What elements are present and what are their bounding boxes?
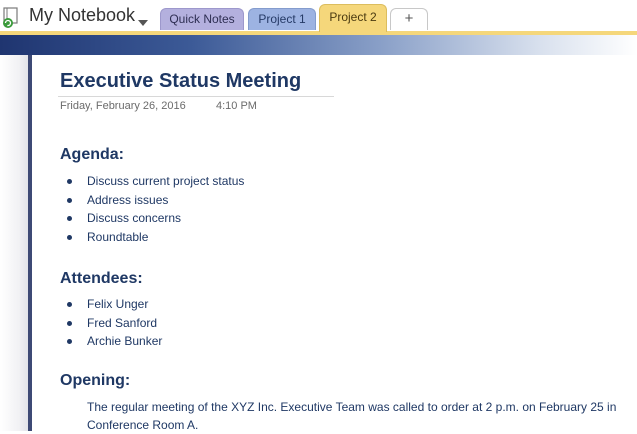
page-date: Friday, February 26, 2016 bbox=[60, 100, 186, 112]
bullet-icon bbox=[67, 216, 72, 222]
title-underline bbox=[58, 96, 334, 97]
notebook-sync-icon[interactable] bbox=[2, 7, 22, 29]
attendees-heading[interactable]: Attendees: bbox=[60, 270, 143, 288]
agenda-heading[interactable]: Agenda: bbox=[60, 146, 124, 164]
page-edge-bar bbox=[28, 55, 32, 431]
bullet-icon bbox=[67, 339, 72, 345]
tab-quick-notes[interactable]: Quick Notes bbox=[160, 8, 244, 30]
bullet-icon bbox=[67, 197, 72, 203]
page-header-band bbox=[0, 35, 637, 55]
tab-project-1[interactable]: Project 1 bbox=[248, 8, 316, 30]
list-item[interactable]: Discuss concerns bbox=[64, 209, 244, 228]
agenda-item-label: Discuss concerns bbox=[87, 211, 182, 226]
list-item[interactable]: Archie Bunker bbox=[64, 332, 162, 351]
attendee-name: Felix Unger bbox=[87, 297, 149, 311]
add-section-button[interactable]: + bbox=[390, 8, 428, 30]
notebook-header: My Notebook Quick Notes Project 1 Projec… bbox=[0, 0, 637, 32]
list-item[interactable]: Address issues bbox=[64, 191, 244, 210]
bullet-icon bbox=[67, 320, 72, 326]
bullet-icon bbox=[67, 235, 72, 241]
page-title[interactable]: Executive Status Meeting bbox=[60, 70, 301, 93]
page-time: 4:10 PM bbox=[216, 100, 257, 112]
bullet-icon bbox=[67, 179, 72, 184]
attendees-list: Felix Unger Fred Sanford Archie Bunker bbox=[64, 295, 162, 351]
notebook-name[interactable]: My Notebook bbox=[29, 5, 135, 26]
list-item[interactable]: Roundtable bbox=[64, 228, 244, 247]
tab-project-2[interactable]: Project 2 bbox=[319, 4, 387, 32]
list-item[interactable]: Fred Sanford bbox=[64, 314, 162, 333]
agenda-item-label: Address issues bbox=[87, 192, 169, 207]
list-item[interactable]: Discuss current project status bbox=[64, 172, 244, 191]
agenda-item-label: Roundtable bbox=[87, 230, 149, 245]
opening-paragraph[interactable]: The regular meeting of the XYZ Inc. Exec… bbox=[87, 398, 635, 434]
chevron-down-icon[interactable] bbox=[138, 13, 148, 26]
opening-heading[interactable]: Opening: bbox=[60, 372, 130, 390]
agenda-list: Discuss current project status Address i… bbox=[64, 172, 244, 247]
bullet-icon bbox=[67, 302, 72, 307]
list-item[interactable]: Felix Unger bbox=[64, 295, 162, 314]
attendee-name: Fred Sanford bbox=[87, 315, 158, 330]
attendee-name: Archie Bunker bbox=[87, 334, 163, 349]
agenda-item-label: Discuss current project status bbox=[87, 174, 245, 188]
